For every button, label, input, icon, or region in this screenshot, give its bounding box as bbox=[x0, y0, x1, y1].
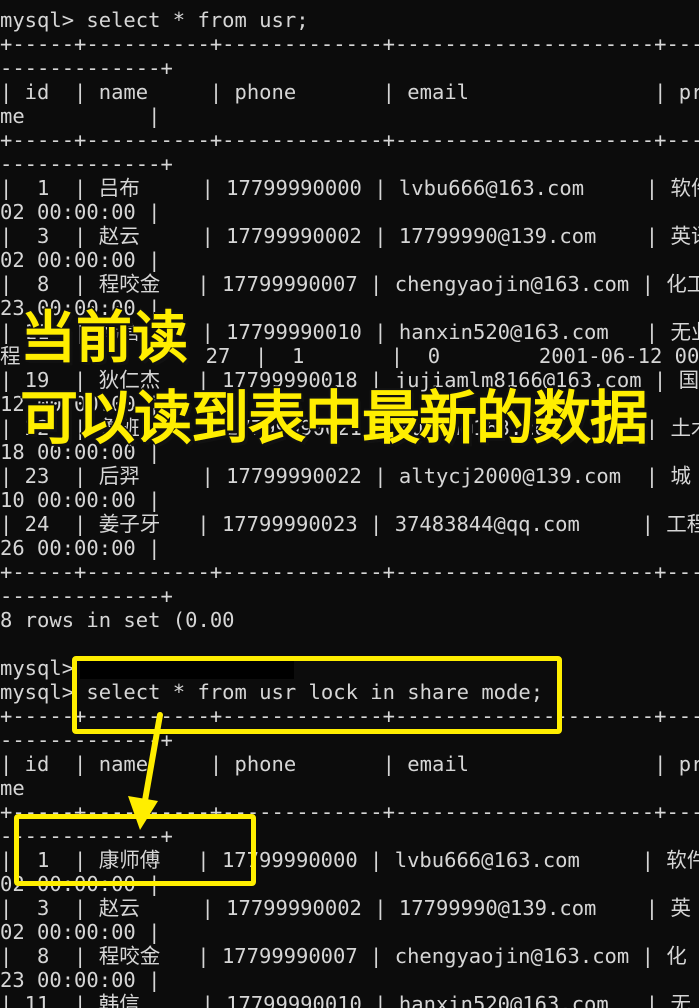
table-row: 10 00:00:00 | bbox=[0, 488, 161, 512]
table-row: | 23 | 后羿 | 17799990022 | altycj2000@139… bbox=[0, 464, 691, 488]
table-row: | 3 | 赵云 | 17799990002 | 17799990@139.co… bbox=[0, 224, 699, 248]
table-border: -------------+ bbox=[0, 56, 173, 80]
annotation-title: 当前读 bbox=[20, 306, 188, 371]
table-header: me | bbox=[0, 104, 161, 128]
table-row: | 1 | 吕布 | 17799990000 | lvbu666@163.com… bbox=[0, 176, 699, 200]
table-row: | 24 | 姜子牙 | 17799990023 | 37483844@qq.c… bbox=[0, 512, 699, 536]
table-border: -------------+ bbox=[0, 152, 173, 176]
table-header: me bbox=[0, 776, 25, 800]
table-row: | 11 | 韩信 | 17799990010 | hanxin520@163.… bbox=[0, 992, 691, 1008]
table-border: +-----+----------+-------------+--------… bbox=[0, 32, 699, 56]
table-row: | 8 | 程咬金 | 17799990007 | chengyaojin@16… bbox=[0, 272, 699, 296]
table-row: 02 00:00:00 | bbox=[0, 920, 161, 944]
table-row: 02 00:00:00 | bbox=[0, 200, 161, 224]
annotation-caption: 可以读到表中最新的数据 bbox=[20, 384, 648, 452]
table-header: | id | name | phone | email | profession bbox=[0, 80, 699, 104]
table-row: 23 00:00:00 | bbox=[0, 968, 161, 992]
command-highlight-box bbox=[72, 656, 562, 734]
table-header: | id | name | phone | email | profession bbox=[0, 752, 699, 776]
table-row: | 8 | 程咬金 | 17799990007 | chengyaojin@16… bbox=[0, 944, 687, 968]
table-border: +-----+----------+-------------+--------… bbox=[0, 560, 699, 584]
row-highlight-box bbox=[14, 814, 256, 886]
prompt-line: mysql> select * from usr; bbox=[0, 8, 309, 32]
table-border: -------------+ bbox=[0, 584, 173, 608]
table-row: 26 00:00:00 | bbox=[0, 536, 161, 560]
table-row: 02 00:00:00 | bbox=[0, 248, 161, 272]
table-border: +-----+----------+-------------+--------… bbox=[0, 128, 699, 152]
result-summary: 8 rows in set (0.00 bbox=[0, 608, 235, 632]
prompt-line: mysql> bbox=[0, 656, 75, 680]
table-row: | 3 | 赵云 | 17799990002 | 17799990@139.co… bbox=[0, 896, 691, 920]
